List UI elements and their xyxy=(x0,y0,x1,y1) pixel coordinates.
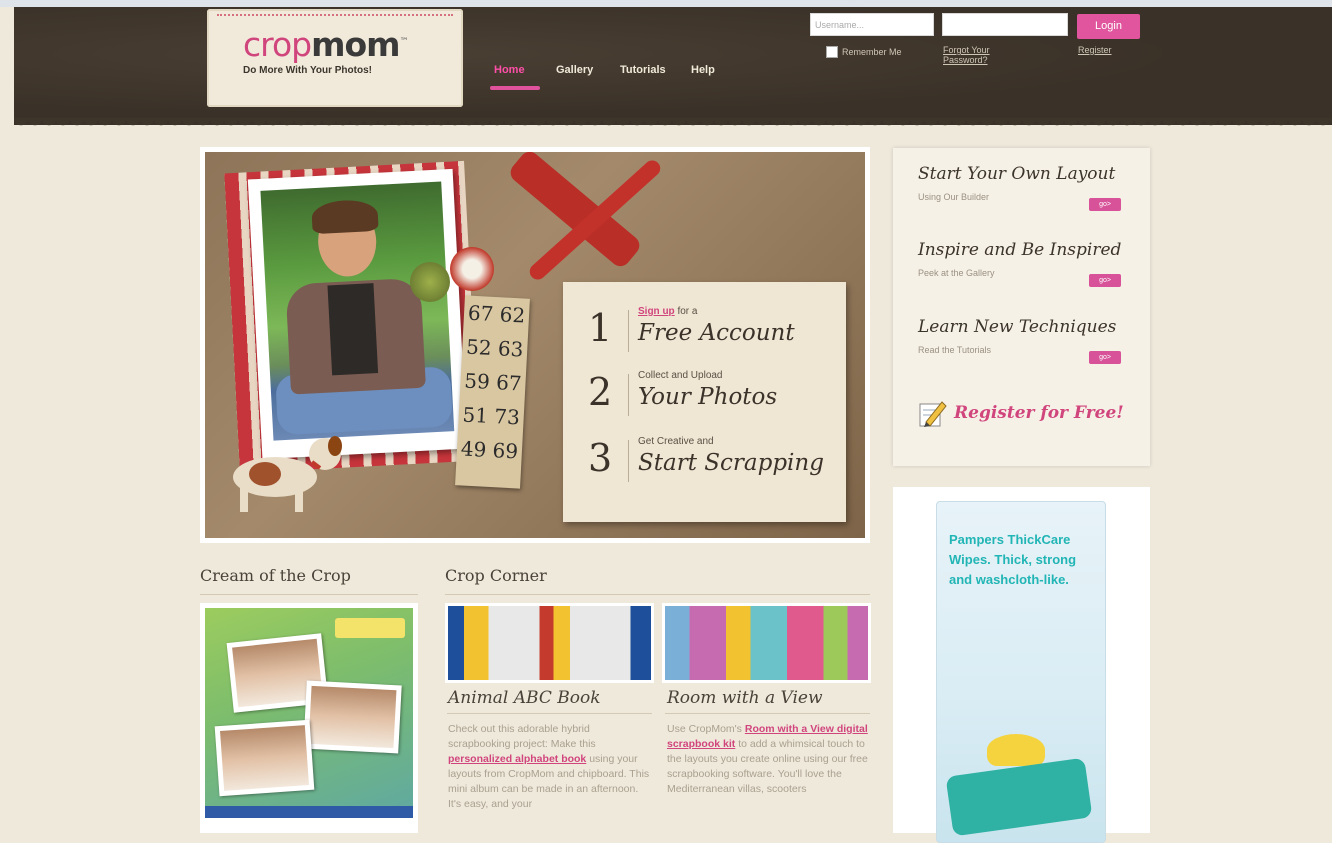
article-thumbnail-room[interactable] xyxy=(662,603,871,683)
tagline: Do More With Your Photos! xyxy=(243,65,372,76)
layout-photo xyxy=(303,680,402,754)
logo-mom-text: mom xyxy=(311,25,400,64)
step-number: 1 xyxy=(588,306,613,350)
step-3: 3 Get Creative and Start Scrapping xyxy=(588,434,838,494)
bingo-row: 52 63 xyxy=(465,334,525,362)
logo-crop-text: crop xyxy=(243,25,312,64)
step-number: 3 xyxy=(588,436,613,480)
password-input[interactable] xyxy=(942,13,1068,36)
featured-layout-card[interactable] xyxy=(200,603,418,833)
crop-corner-heading: Crop Corner xyxy=(445,566,547,585)
article-title[interactable]: Room with a View xyxy=(667,688,823,708)
article-divider xyxy=(447,713,652,714)
site-logo: cropmom™ xyxy=(243,25,409,64)
photo-hair xyxy=(311,198,379,235)
register-cta[interactable]: Register for Free! xyxy=(918,398,1124,428)
cream-of-crop-heading: Cream of the Crop xyxy=(200,566,351,585)
bingo-row: 51 73 xyxy=(462,402,521,430)
bingo-row: 67 62 xyxy=(467,300,526,328)
header-scallop-edge xyxy=(14,118,1332,132)
excerpt-text: Use CropMom's xyxy=(667,723,745,735)
layout-sticker xyxy=(335,618,405,638)
section-divider xyxy=(200,594,418,595)
sidebar-item-title: Learn New Techniques xyxy=(918,317,1117,337)
alphabet-book-link[interactable]: personalized alphabet book xyxy=(448,753,586,765)
article-divider xyxy=(665,713,870,714)
nav-home[interactable]: Home xyxy=(494,64,525,76)
username-input[interactable]: Username... xyxy=(810,13,934,36)
step-divider xyxy=(628,440,629,482)
toy-dog-icon xyxy=(233,436,342,512)
trademark: ™ xyxy=(399,37,409,47)
room-view-image xyxy=(665,606,868,680)
go-button[interactable]: go> xyxy=(1089,198,1121,211)
boy-photo xyxy=(260,181,455,441)
step-caption: Sign up for a xyxy=(638,306,697,317)
step-title: Your Photos xyxy=(638,384,778,410)
step-caption: Get Creative and xyxy=(638,436,714,447)
boy-photo-frame xyxy=(247,168,468,460)
step-title: Start Scrapping xyxy=(638,450,824,476)
sidebar-item-title: Inspire and Be Inspired xyxy=(918,240,1122,260)
step-2: 2 Collect and Upload Your Photos xyxy=(588,368,838,428)
nav-gallery[interactable]: Gallery xyxy=(556,64,593,76)
sidebar-item-gallery[interactable]: Inspire and Be Inspired Peek at the Gall… xyxy=(918,240,1133,287)
login-button[interactable]: Login xyxy=(1077,14,1140,39)
layout-ribbon xyxy=(205,806,413,818)
nav-help[interactable]: Help xyxy=(691,64,715,76)
nav-active-indicator xyxy=(490,86,540,90)
step-number: 2 xyxy=(588,370,613,414)
featured-layout-image xyxy=(205,608,413,818)
remember-label: Remember Me xyxy=(842,47,902,57)
step-caption-text: for a xyxy=(674,306,698,317)
step-divider xyxy=(628,310,629,352)
top-strip xyxy=(0,0,1332,7)
article-excerpt: Check out this adorable hybrid scrapbook… xyxy=(448,722,653,812)
abc-book-image xyxy=(448,606,651,680)
photo-tee xyxy=(327,283,379,376)
hero-banner[interactable]: 67 62 52 63 59 67 51 73 49 69 1 Sign up … xyxy=(200,147,870,543)
ad-banner[interactable]: Pampers ThickCare Wipes. Thick, strong a… xyxy=(936,501,1106,843)
layout-photo xyxy=(214,719,315,797)
step-divider xyxy=(628,374,629,416)
remember-me[interactable]: Remember Me xyxy=(826,46,902,58)
step-title: Free Account xyxy=(638,320,795,346)
wipes-lid xyxy=(987,734,1045,766)
advertisement[interactable]: Pampers ThickCare Wipes. Thick, strong a… xyxy=(893,487,1150,843)
go-button[interactable]: go> xyxy=(1089,351,1121,364)
bottlecap-ornament xyxy=(410,262,450,302)
logo-stitching xyxy=(217,14,453,16)
sidebar-item-layout[interactable]: Start Your Own Layout Using Our Builder … xyxy=(918,164,1133,211)
bingo-card: 67 62 52 63 59 67 51 73 49 69 xyxy=(455,295,530,489)
article-excerpt: Use CropMom's Room with a View digital s… xyxy=(667,722,872,797)
step-caption: Collect and Upload xyxy=(638,370,723,381)
ad-copy: Pampers ThickCare Wipes. Thick, strong a… xyxy=(949,532,1077,587)
toy-plane-wing xyxy=(506,152,644,271)
bottlecap-ornament xyxy=(450,247,494,291)
article-title[interactable]: Animal ABC Book xyxy=(448,688,601,708)
pencil-notepad-icon xyxy=(919,401,947,427)
sidebar-callouts: Start Your Own Layout Using Our Builder … xyxy=(893,148,1150,466)
excerpt-text: Check out this adorable hybrid scrapbook… xyxy=(448,723,596,750)
go-button[interactable]: go> xyxy=(1089,274,1121,287)
bingo-row: 49 69 xyxy=(460,436,519,464)
forgot-password-link[interactable]: Forgot Your Password? xyxy=(943,45,1023,65)
remember-checkbox[interactable] xyxy=(826,46,838,58)
signup-steps-card: 1 Sign up for a Free Account 2 Collect a… xyxy=(563,282,846,522)
article-thumbnail-abc[interactable] xyxy=(445,603,654,683)
wipes-package xyxy=(945,757,1093,837)
sidebar-item-title: Start Your Own Layout xyxy=(918,164,1116,184)
hero-collage: 67 62 52 63 59 67 51 73 49 69 1 Sign up … xyxy=(205,152,865,538)
logo-panel[interactable]: cropmom™ Do More With Your Photos! xyxy=(207,9,463,107)
register-cta-text: Register for Free! xyxy=(954,403,1124,423)
register-link[interactable]: Register xyxy=(1078,45,1112,55)
nav-tutorials[interactable]: Tutorials xyxy=(620,64,666,76)
sidebar-item-tutorials[interactable]: Learn New Techniques Read the Tutorials … xyxy=(918,317,1133,364)
bingo-row: 59 67 xyxy=(463,368,523,396)
section-divider xyxy=(445,594,870,595)
signup-link[interactable]: Sign up xyxy=(638,306,675,317)
step-1[interactable]: 1 Sign up for a Free Account xyxy=(588,304,838,364)
